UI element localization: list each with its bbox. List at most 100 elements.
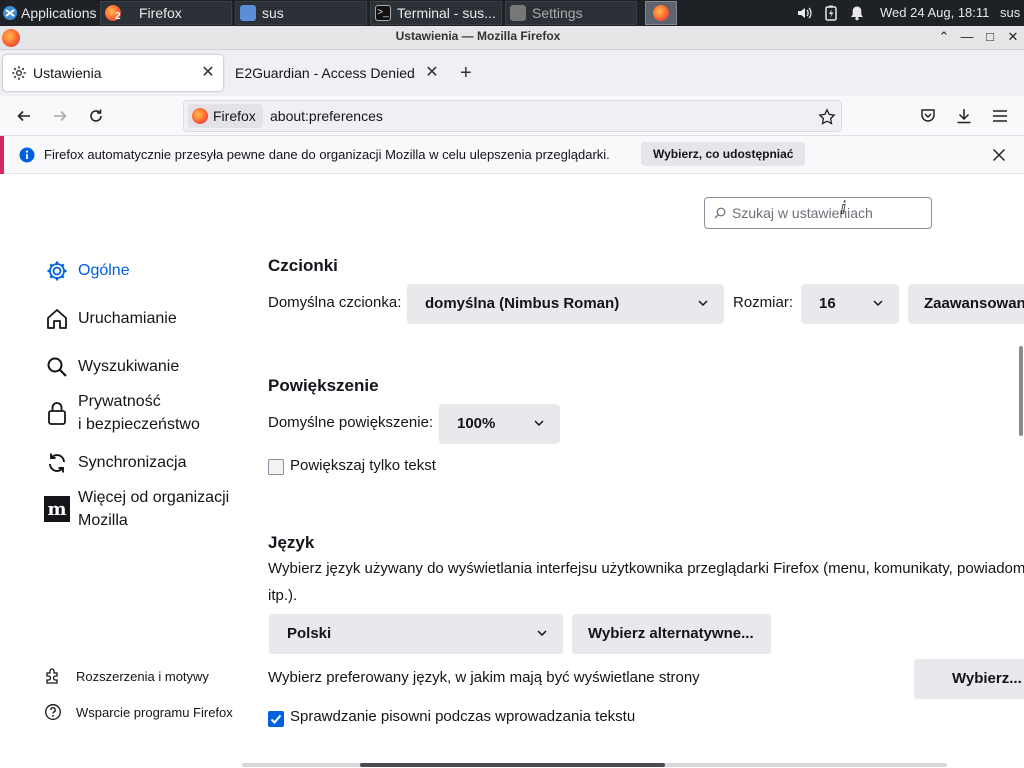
category-label: Synchronizacja <box>78 454 187 471</box>
choose-alternative-languages-button[interactable]: Wybierz alternatywne... <box>572 614 771 654</box>
vertical-scrollbar[interactable] <box>1019 346 1023 436</box>
zoom-heading: Powiększenie <box>268 376 379 395</box>
text-cursor-icon: ⅈ <box>840 198 847 218</box>
close-window-button[interactable]: ✕ <box>1004 28 1022 46</box>
default-zoom-select[interactable]: 100% <box>439 404 560 444</box>
taskbar-firefox-launcher[interactable] <box>645 1 677 25</box>
category-label: Wyszukiwanie <box>78 358 180 375</box>
zoom-text-only-label: Powiększaj tylko tekst <box>290 457 436 474</box>
back-button[interactable] <box>12 104 36 128</box>
extensions-and-themes-link[interactable]: Rozszerzenia i motywy <box>44 667 209 685</box>
url-bar[interactable]: Firefox about:preferences <box>183 100 842 132</box>
downloads-icon[interactable] <box>955 107 973 125</box>
language-heading: Język <box>268 533 315 552</box>
gear-icon <box>44 258 70 284</box>
taskbar-window-title: Firefox <box>139 5 182 21</box>
select-value: Polski <box>287 625 332 642</box>
identity-label: Firefox <box>213 108 256 124</box>
pocket-icon[interactable] <box>919 107 937 125</box>
taskbar-window-title: Settings <box>532 5 583 21</box>
choose-what-to-share-button[interactable]: Wybierz, co udostępniać <box>641 142 806 166</box>
taskbar-window-title: Terminal - sus... <box>397 5 496 21</box>
notification-message: Firefox automatycznie przesyła pewne dan… <box>44 147 610 162</box>
category-privacy[interactable]: Prywatność i bezpieczeństwo <box>44 390 200 436</box>
close-icon[interactable] <box>992 148 1006 162</box>
bottom-link-label: Rozszerzenia i motywy <box>76 668 209 684</box>
search-input[interactable]: Szukaj w ustawieniach <box>704 197 932 229</box>
reload-button[interactable] <box>84 104 108 128</box>
fonts-heading: Czcionki <box>268 256 338 275</box>
gear-icon <box>12 66 26 80</box>
zoom-text-only-checkbox[interactable] <box>268 459 284 475</box>
bottom-link-label: Wsparcie programu Firefox <box>76 704 233 720</box>
taskbar-window-terminal[interactable]: >_ Terminal - sus... <box>370 1 502 25</box>
size-label: Rozmiar: <box>733 294 794 311</box>
notification-bell-icon[interactable] <box>850 5 864 21</box>
close-tab-icon[interactable]: ✕ <box>199 64 217 82</box>
pages-language-label: Wybierz preferowany język, w jakim mają … <box>268 669 700 686</box>
chevron-down-icon <box>537 630 547 637</box>
category-home[interactable]: Uruchamianie <box>44 306 177 332</box>
button-label: Wybierz alternatywne... <box>588 625 754 642</box>
forward-arrow-icon <box>54 110 67 122</box>
clock[interactable]: Wed 24 Aug, 18:11 <box>880 5 989 20</box>
select-value: 16 <box>819 295 836 312</box>
taskbar-window-sus[interactable]: sus <box>235 1 367 25</box>
terminal-icon: >_ <box>375 5 391 21</box>
battery-icon[interactable] <box>824 5 838 21</box>
select-value: domyślna (Nimbus Roman) <box>425 295 620 312</box>
bookmark-star-icon[interactable] <box>818 108 836 126</box>
user-name[interactable]: sus <box>1000 5 1020 20</box>
window-menu-chevron-icon[interactable]: ⌃ <box>935 28 953 46</box>
puzzle-icon <box>46 668 58 684</box>
tab-e2guardian[interactable]: E2Guardian - Access Denied ✕ <box>227 55 447 91</box>
spellcheck-checkbox[interactable] <box>268 711 284 727</box>
language-description-line2: itp.). <box>268 587 298 604</box>
maximize-button[interactable]: □ <box>981 28 999 46</box>
taskbar-window-settings[interactable]: Settings <box>505 1 637 25</box>
new-tab-plus-icon[interactable]: + <box>460 63 472 83</box>
category-label-block: Prywatność i bezpieczeństwo <box>78 390 200 436</box>
category-label: Uruchamianie <box>78 310 177 327</box>
tab-label: E2Guardian - Access Denied <box>235 65 415 81</box>
volume-icon[interactable] <box>796 5 812 21</box>
font-size-select[interactable]: 16 <box>801 284 899 324</box>
taskbar-window-title: sus <box>262 5 284 21</box>
category-label: Ogólne <box>78 262 130 279</box>
fonts-advanced-button[interactable]: Zaawansowane... <box>908 284 1024 324</box>
home-folder-icon <box>240 5 256 21</box>
firefox-support-link[interactable]: Wsparcie programu Firefox <box>44 703 233 721</box>
button-label: Wybierz... <box>952 670 1022 687</box>
firefox-icon <box>653 5 669 21</box>
applications-menu[interactable]: Applications <box>2 1 98 25</box>
chevron-down-icon <box>698 300 708 307</box>
data-reporting-notification: Firefox automatycznie przesyła pewne dan… <box>0 136 1024 174</box>
taskbar-window-firefox[interactable]: 2 Firefox <box>100 1 232 25</box>
category-general[interactable]: Ogólne <box>44 258 130 284</box>
notification-accent <box>0 136 4 174</box>
default-font-select[interactable]: domyślna (Nimbus Roman) <box>407 284 724 324</box>
lock-icon <box>44 400 70 426</box>
forward-button[interactable] <box>48 104 72 128</box>
category-label-block: Więcej od organizacji Mozilla <box>78 486 229 532</box>
url-text[interactable]: about:preferences <box>270 108 383 124</box>
mozilla-icon: m <box>44 496 70 522</box>
firefox-badge: 2 <box>115 11 121 22</box>
close-tab-icon[interactable]: ✕ <box>423 64 441 82</box>
category-sync[interactable]: Synchronizacja <box>44 450 187 476</box>
category-label-line1: Więcej od organizacji <box>78 489 230 506</box>
tab-ustawienia[interactable]: Ustawienia ✕ <box>3 55 223 91</box>
category-search[interactable]: Wyszukiwanie <box>44 354 179 380</box>
identity-box[interactable]: Firefox <box>188 104 263 128</box>
ui-language-select[interactable]: Polski <box>269 614 563 654</box>
select-value: 100% <box>457 415 496 432</box>
choose-pages-language-button[interactable]: Wybierz... <box>914 659 1024 699</box>
settings-icon <box>510 5 526 21</box>
search-icon <box>714 207 726 219</box>
hamburger-menu-icon[interactable] <box>991 107 1009 125</box>
button-label: Zaawansowane... <box>924 295 1024 312</box>
minimize-button[interactable]: — <box>958 28 976 46</box>
navigation-toolbar: Firefox about:preferences <box>0 96 1024 136</box>
horizontal-scrollbar-thumb[interactable] <box>360 763 665 767</box>
category-more-from-mozilla[interactable]: m Więcej od organizacji Mozilla <box>44 486 229 532</box>
